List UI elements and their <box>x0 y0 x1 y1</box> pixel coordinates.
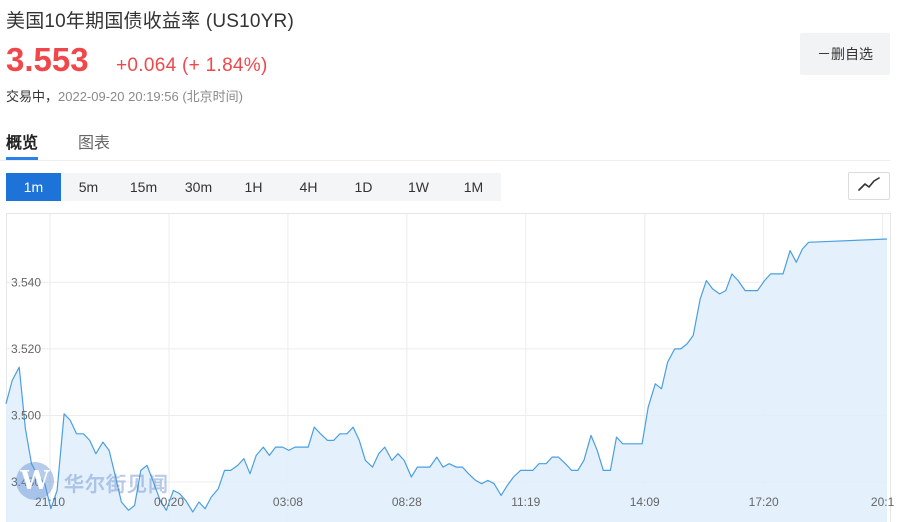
price-change: +0.064 (+ 1.84%) <box>116 55 268 76</box>
watermark-logo: W <box>16 462 54 500</box>
instrument-title: 美国10年期国债收益率 (US10YR) <box>6 11 294 32</box>
timeframe-1w[interactable]: 1W <box>391 173 446 201</box>
line-chart-icon <box>858 177 880 191</box>
timeframe-1mo[interactable]: 1M <box>446 173 501 201</box>
timeframe-1d[interactable]: 1D <box>336 173 391 201</box>
tab-bar: 概览 图表 <box>0 124 890 161</box>
timeframe-5m[interactable]: 5m <box>61 173 116 201</box>
timeframe-1h[interactable]: 1H <box>226 173 281 201</box>
watermark-text: 华尔街见闻 <box>64 474 169 496</box>
timeframe-30m[interactable]: 30m <box>171 173 226 201</box>
watermark: W 华尔街见闻 <box>16 462 196 502</box>
tab-chart[interactable]: 图表 <box>78 129 110 153</box>
timeframe-15m[interactable]: 15m <box>116 173 171 201</box>
trading-status-label: 交易中， <box>6 89 59 104</box>
timeframe-selector: 1m 5m 15m 30m 1H 4H 1D 1W 1M <box>6 173 501 201</box>
quote-timestamp: 2022-09-20 20:19:56 (北京时间) <box>58 89 243 104</box>
last-price: 3.553 <box>6 41 89 78</box>
timeframe-1m[interactable]: 1m <box>6 173 61 201</box>
trading-status: 交易中，2022-09-20 20:19:56 (北京时间) <box>6 86 243 105</box>
timeframe-4h[interactable]: 4H <box>281 173 336 201</box>
tab-overview[interactable]: 概览 <box>6 129 38 153</box>
remove-watchlist-button[interactable]: －删自选 <box>800 33 890 75</box>
active-tab-indicator <box>6 157 38 160</box>
chart-type-button[interactable] <box>848 172 890 200</box>
